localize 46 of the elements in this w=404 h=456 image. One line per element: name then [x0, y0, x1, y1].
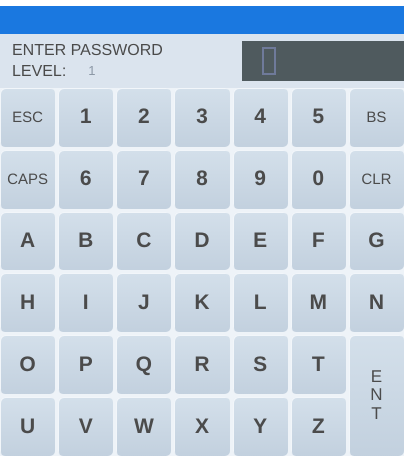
keyboard-key[interactable]: 3: [174, 88, 230, 147]
keyboard-key[interactable]: N: [348, 273, 404, 332]
keyboard-key[interactable]: 4: [232, 88, 288, 147]
keyboard-key[interactable]: W: [116, 397, 172, 456]
keyboard-key[interactable]: 2: [116, 88, 172, 147]
keyboard-key[interactable]: 6: [58, 150, 114, 209]
keyboard-key[interactable]: Y: [232, 397, 288, 456]
keyboard-key[interactable]: S: [232, 335, 288, 394]
keyboard-key[interactable]: E: [232, 212, 288, 270]
password-field[interactable]: [242, 41, 404, 81]
keyboard-key[interactable]: A: [0, 212, 56, 270]
keyboard-key[interactable]: X: [174, 397, 230, 456]
keyboard-key[interactable]: J: [116, 273, 172, 332]
keyboard-key[interactable]: Q: [116, 335, 172, 394]
keyboard-key[interactable]: 7: [116, 150, 172, 209]
keyboard-key[interactable]: 1: [58, 88, 114, 147]
keyboard-key[interactable]: K: [174, 273, 230, 332]
keyboard-key[interactable]: M: [290, 273, 346, 332]
keyboard-key[interactable]: Z: [290, 397, 346, 456]
keyboard-key[interactable]: CLR: [348, 150, 404, 209]
keyboard-key[interactable]: H: [0, 273, 56, 332]
keyboard-key[interactable]: C: [116, 212, 172, 270]
keyboard-key[interactable]: O: [0, 335, 56, 394]
keyboard-key[interactable]: R: [174, 335, 230, 394]
keyboard-key[interactable]: U: [0, 397, 56, 456]
keyboard-key[interactable]: 8: [174, 150, 230, 209]
prompt-label: ENTER PASSWORD: [12, 42, 163, 60]
keyboard-key[interactable]: L: [232, 273, 288, 332]
keyboard-key[interactable]: 9: [232, 150, 288, 209]
keyboard-key[interactable]: ESC: [0, 88, 56, 147]
keyboard-key[interactable]: T: [290, 335, 346, 394]
keyboard-key[interactable]: V: [58, 397, 114, 456]
keyboard-key[interactable]: G: [348, 212, 404, 270]
level-label: LEVEL:: [12, 62, 66, 80]
level-value: 1: [88, 62, 96, 80]
keyboard-key[interactable]: B: [58, 212, 114, 270]
keyboard-key[interactable]: P: [58, 335, 114, 394]
keyboard-key[interactable]: ENT: [348, 335, 404, 456]
cursor-icon: [262, 47, 276, 75]
keyboard-key[interactable]: F: [290, 212, 346, 270]
keyboard-key[interactable]: CAPS: [0, 150, 56, 209]
keyboard-key[interactable]: I: [58, 273, 114, 332]
keyboard-key[interactable]: 5: [290, 88, 346, 147]
keyboard-key[interactable]: 0: [290, 150, 346, 209]
keyboard-key[interactable]: D: [174, 212, 230, 270]
keyboard-key[interactable]: BS: [348, 88, 404, 147]
